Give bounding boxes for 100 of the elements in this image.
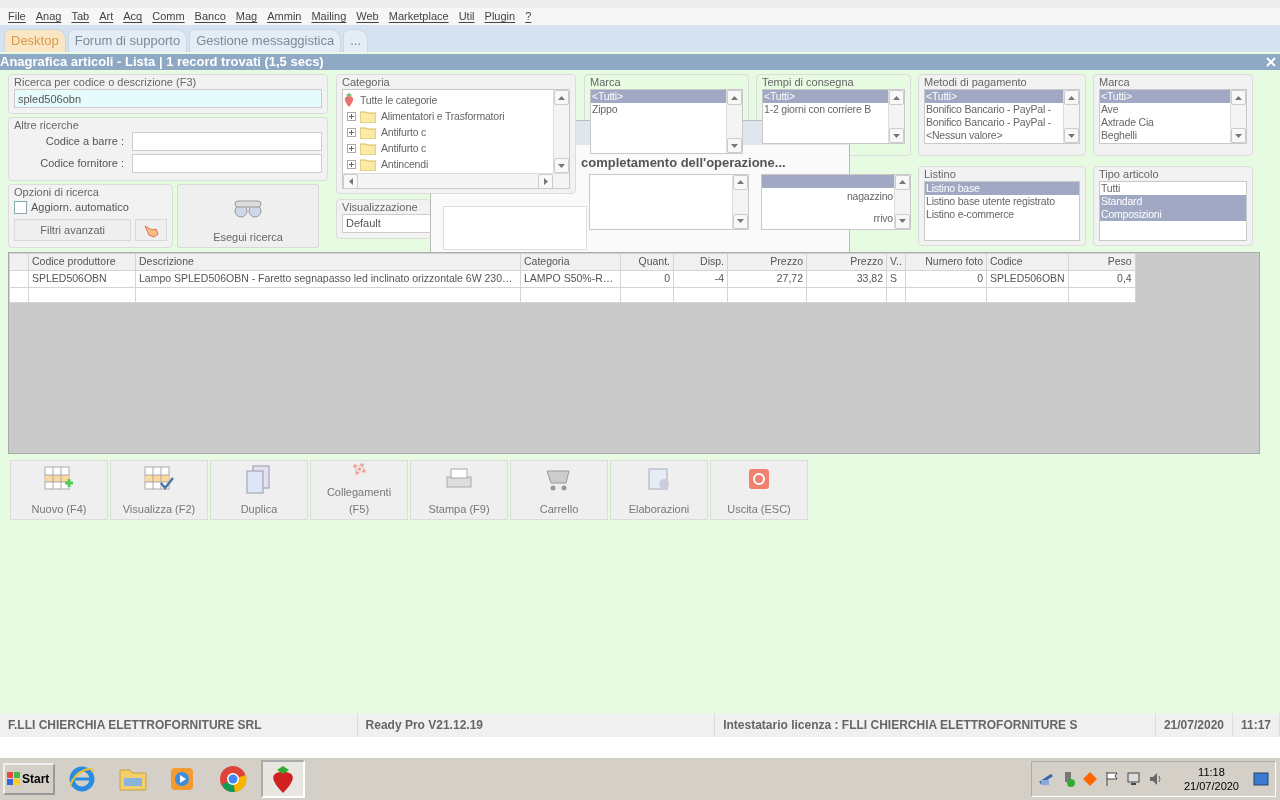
list-item[interactable]: Beghelli bbox=[1100, 129, 1230, 142]
toolbar-button[interactable]: Stampa (F9) bbox=[410, 460, 508, 520]
toolbar-button[interactable]: Duplica bbox=[210, 460, 308, 520]
column-header[interactable]: Numero foto bbox=[905, 253, 987, 271]
menu-item[interactable]: Marketplace bbox=[383, 8, 454, 25]
list-item[interactable]: Listino e-commerce bbox=[925, 207, 1079, 221]
tree-item[interactable]: Antifurto c bbox=[380, 125, 428, 139]
menu-item[interactable]: File bbox=[3, 8, 31, 25]
speaker-icon[interactable] bbox=[1147, 771, 1164, 787]
tree-item[interactable]: Alimentatori e Trasformatori bbox=[380, 109, 506, 123]
tree-item[interactable]: Tutte le categorie bbox=[359, 93, 439, 107]
arrow-down-icon bbox=[1235, 133, 1242, 138]
expander-icon[interactable] bbox=[347, 143, 356, 153]
toolbar-button[interactable]: Uscita (ESC) bbox=[710, 460, 808, 520]
scroll-left-button[interactable] bbox=[343, 174, 358, 189]
arrow-down-icon bbox=[899, 219, 906, 223]
arrow-up-icon bbox=[1068, 95, 1075, 100]
scroll-down-button[interactable] bbox=[889, 128, 904, 143]
list-item[interactable]: Zippo bbox=[591, 103, 726, 116]
scroll-down-button[interactable] bbox=[1064, 128, 1079, 143]
hand-button[interactable] bbox=[135, 219, 167, 241]
column-header[interactable]: Categoria bbox=[520, 253, 621, 271]
tree-item[interactable]: Antifurto c bbox=[380, 141, 428, 155]
expander-icon[interactable] bbox=[347, 159, 356, 169]
list-item[interactable]: Bonifico Bancario - PayPal - bbox=[925, 116, 1063, 129]
column-header[interactable]: Disp. bbox=[673, 253, 728, 271]
menu-item[interactable]: Comm bbox=[147, 8, 190, 25]
arrow-right-icon bbox=[543, 178, 548, 185]
menu-item[interactable]: Mailing bbox=[306, 8, 352, 25]
browser-circle-icon[interactable] bbox=[218, 764, 248, 794]
group-label: Metodi di pagamento bbox=[924, 75, 1028, 89]
monitor-icon[interactable] bbox=[1125, 771, 1142, 787]
menu-item[interactable]: Util bbox=[453, 8, 480, 25]
menu-item[interactable]: Plugin bbox=[479, 8, 521, 25]
menu-item[interactable]: Ammin bbox=[262, 8, 307, 25]
menu-item[interactable]: Web bbox=[351, 8, 384, 25]
column-header[interactable]: Quant. bbox=[620, 253, 674, 271]
scroll-right-button[interactable] bbox=[538, 174, 553, 189]
group-label: Ricerca per codice o descrizione (F3) bbox=[14, 75, 198, 89]
scroll-up-button[interactable] bbox=[727, 90, 742, 105]
expander-icon[interactable] bbox=[347, 111, 356, 121]
toolbar-button[interactable]: Visualizza (F2) bbox=[110, 460, 208, 520]
hand-icon bbox=[143, 223, 160, 238]
input-field[interactable] bbox=[132, 154, 322, 173]
list-item[interactable]: Listino base utente registrato bbox=[925, 194, 1079, 208]
menu-item[interactable]: ? bbox=[520, 8, 537, 25]
menu-item[interactable]: Art bbox=[94, 8, 119, 25]
menu-item[interactable]: Acq bbox=[118, 8, 148, 25]
folder-icon bbox=[360, 141, 376, 155]
search-field[interactable]: spled506obn bbox=[14, 89, 322, 108]
column-header[interactable]: Prezzo bbox=[806, 253, 887, 271]
arrow-up-icon bbox=[731, 95, 738, 100]
scroll-up-button[interactable] bbox=[1064, 90, 1079, 105]
input-field[interactable] bbox=[132, 132, 322, 151]
scroll-down-button[interactable] bbox=[554, 158, 569, 173]
column-header[interactable]: Codice bbox=[986, 253, 1069, 271]
table-cell: SPLED506OBN bbox=[986, 270, 1069, 287]
column-header[interactable]: Descrizione bbox=[135, 253, 521, 271]
checkbox[interactable] bbox=[14, 200, 27, 214]
scroll-down-button[interactable] bbox=[895, 213, 910, 229]
flag-icon[interactable] bbox=[1103, 771, 1120, 787]
scroll-up-button[interactable] bbox=[895, 174, 910, 190]
scroll-up-button[interactable] bbox=[733, 174, 748, 190]
list-item[interactable]: Axtrade Cia bbox=[1100, 116, 1230, 129]
menu-item[interactable]: Mag bbox=[230, 8, 263, 25]
scroll-down-button[interactable] bbox=[733, 213, 748, 229]
toolbar-button[interactable]: Carrello bbox=[510, 460, 608, 520]
menu-item[interactable]: Tab bbox=[66, 8, 95, 25]
run-search-button[interactable]: Esegui ricerca bbox=[177, 184, 319, 248]
list-item[interactable]: <Nessun valore> bbox=[925, 129, 1063, 142]
column-header[interactable]: Peso bbox=[1068, 253, 1136, 271]
close-icon[interactable] bbox=[1266, 57, 1276, 67]
menu-item[interactable]: Anag bbox=[30, 8, 67, 25]
list-item[interactable]: rrivo bbox=[762, 211, 894, 225]
expander-icon[interactable] bbox=[347, 127, 356, 137]
tree-item[interactable]: Antincendi bbox=[380, 157, 430, 171]
toolbar-button[interactable]: Nuovo (F4) bbox=[10, 460, 108, 520]
list-item[interactable]: 1-2 giorni con corriere B bbox=[763, 103, 888, 116]
list-item[interactable]: nagazzino bbox=[762, 189, 894, 203]
advanced-filters-button[interactable]: Filtri avanzati bbox=[14, 219, 132, 241]
scroll-down-button[interactable] bbox=[1231, 128, 1246, 143]
column-header[interactable]: Prezzo bbox=[727, 253, 807, 271]
table-cell: 0 bbox=[905, 270, 987, 287]
scroll-up-button[interactable] bbox=[554, 90, 569, 105]
network-icon[interactable] bbox=[1037, 771, 1054, 787]
column-header[interactable]: Codice produttore bbox=[28, 253, 136, 271]
arrow-down-icon bbox=[558, 163, 565, 168]
list-item[interactable]: Tutti bbox=[1100, 181, 1246, 195]
arrow-down-icon bbox=[1068, 133, 1075, 138]
list-item[interactable]: Bonifico Bancario - PayPal - bbox=[925, 103, 1063, 116]
toolbar-button[interactable]: Collegamenti (F5) bbox=[310, 460, 408, 520]
menu-item[interactable]: Banco bbox=[189, 8, 231, 25]
arrow-up-icon bbox=[737, 180, 744, 184]
scroll-down-button[interactable] bbox=[727, 138, 742, 153]
scroll-up-button[interactable] bbox=[1231, 90, 1246, 105]
arrow-down-icon bbox=[737, 219, 744, 223]
start-button[interactable]: Start bbox=[3, 763, 55, 795]
scroll-up-button[interactable] bbox=[889, 90, 904, 105]
toolbar-button[interactable]: Elaborazioni bbox=[610, 460, 708, 520]
list-item[interactable]: Ave bbox=[1100, 103, 1230, 116]
